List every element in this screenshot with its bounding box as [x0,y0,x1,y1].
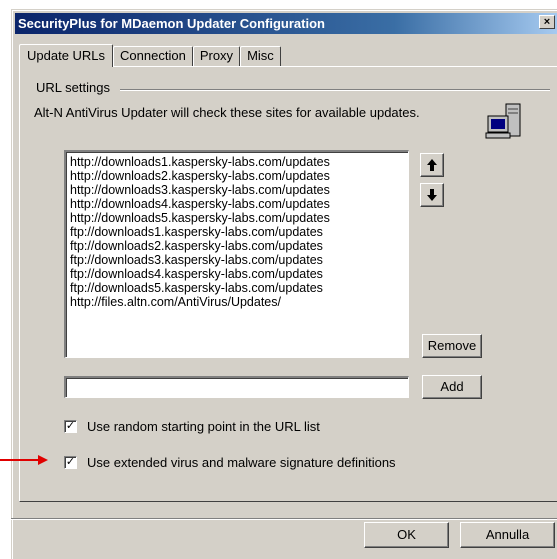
move-up-button[interactable] [420,153,444,177]
random-start-option[interactable]: ✓ Use random starting point in the URL l… [64,419,320,434]
remove-button[interactable]: Remove [422,334,482,358]
extended-defs-label: Use extended virus and malware signature… [87,455,396,470]
window-title: SecurityPlus for MDaemon Updater Configu… [18,16,325,31]
ok-button[interactable]: OK [364,522,449,548]
url-list[interactable]: http://downloads1.kaspersky-labs.com/upd… [64,150,409,358]
list-item[interactable]: http://downloads1.kaspersky-labs.com/upd… [70,155,408,169]
random-start-label: Use random starting point in the URL lis… [87,419,320,434]
list-item[interactable]: ftp://downloads3.kaspersky-labs.com/upda… [70,253,408,267]
tab-proxy[interactable]: Proxy [192,46,241,66]
extended-defs-option[interactable]: ✓ Use extended virus and malware signatu… [64,455,396,470]
arrow-up-icon [427,159,437,171]
list-item[interactable]: ftp://downloads5.kaspersky-labs.com/upda… [70,281,408,295]
annotation-arrow-icon [0,455,48,465]
arrow-down-icon [427,189,437,201]
cancel-button[interactable]: Annulla [460,522,555,548]
tab-update-urls[interactable]: Update URLs [19,44,114,67]
list-item[interactable]: http://files.altn.com/AntiVirus/Updates/ [70,295,408,309]
list-item[interactable]: http://downloads3.kaspersky-labs.com/upd… [70,183,408,197]
add-button[interactable]: Add [422,375,482,399]
list-item[interactable]: http://downloads2.kaspersky-labs.com/upd… [70,169,408,183]
list-item[interactable]: ftp://downloads2.kaspersky-labs.com/upda… [70,239,408,253]
close-button[interactable]: × [539,15,555,29]
footer-divider [11,518,557,520]
title-bar[interactable]: SecurityPlus for MDaemon Updater Configu… [15,13,557,34]
url-settings-description: Alt-N AntiVirus Updater will check these… [34,105,420,120]
random-start-checkbox[interactable]: ✓ [64,420,77,433]
list-item[interactable]: ftp://downloads4.kaspersky-labs.com/upda… [70,267,408,281]
list-item[interactable]: http://downloads5.kaspersky-labs.com/upd… [70,211,408,225]
move-down-button[interactable] [420,183,444,207]
tab-connection[interactable]: Connection [113,46,193,66]
list-item[interactable]: ftp://downloads1.kaspersky-labs.com/upda… [70,225,408,239]
extended-defs-checkbox[interactable]: ✓ [64,456,77,469]
new-url-input[interactable] [64,376,409,398]
list-item[interactable]: http://downloads4.kaspersky-labs.com/upd… [70,197,408,211]
computer-icon [485,103,521,139]
group-divider [120,89,550,91]
url-settings-group-label: URL settings [36,80,114,95]
tab-strip: Update URLs Connection Proxy Misc [19,44,281,67]
tab-misc[interactable]: Misc [240,46,281,66]
